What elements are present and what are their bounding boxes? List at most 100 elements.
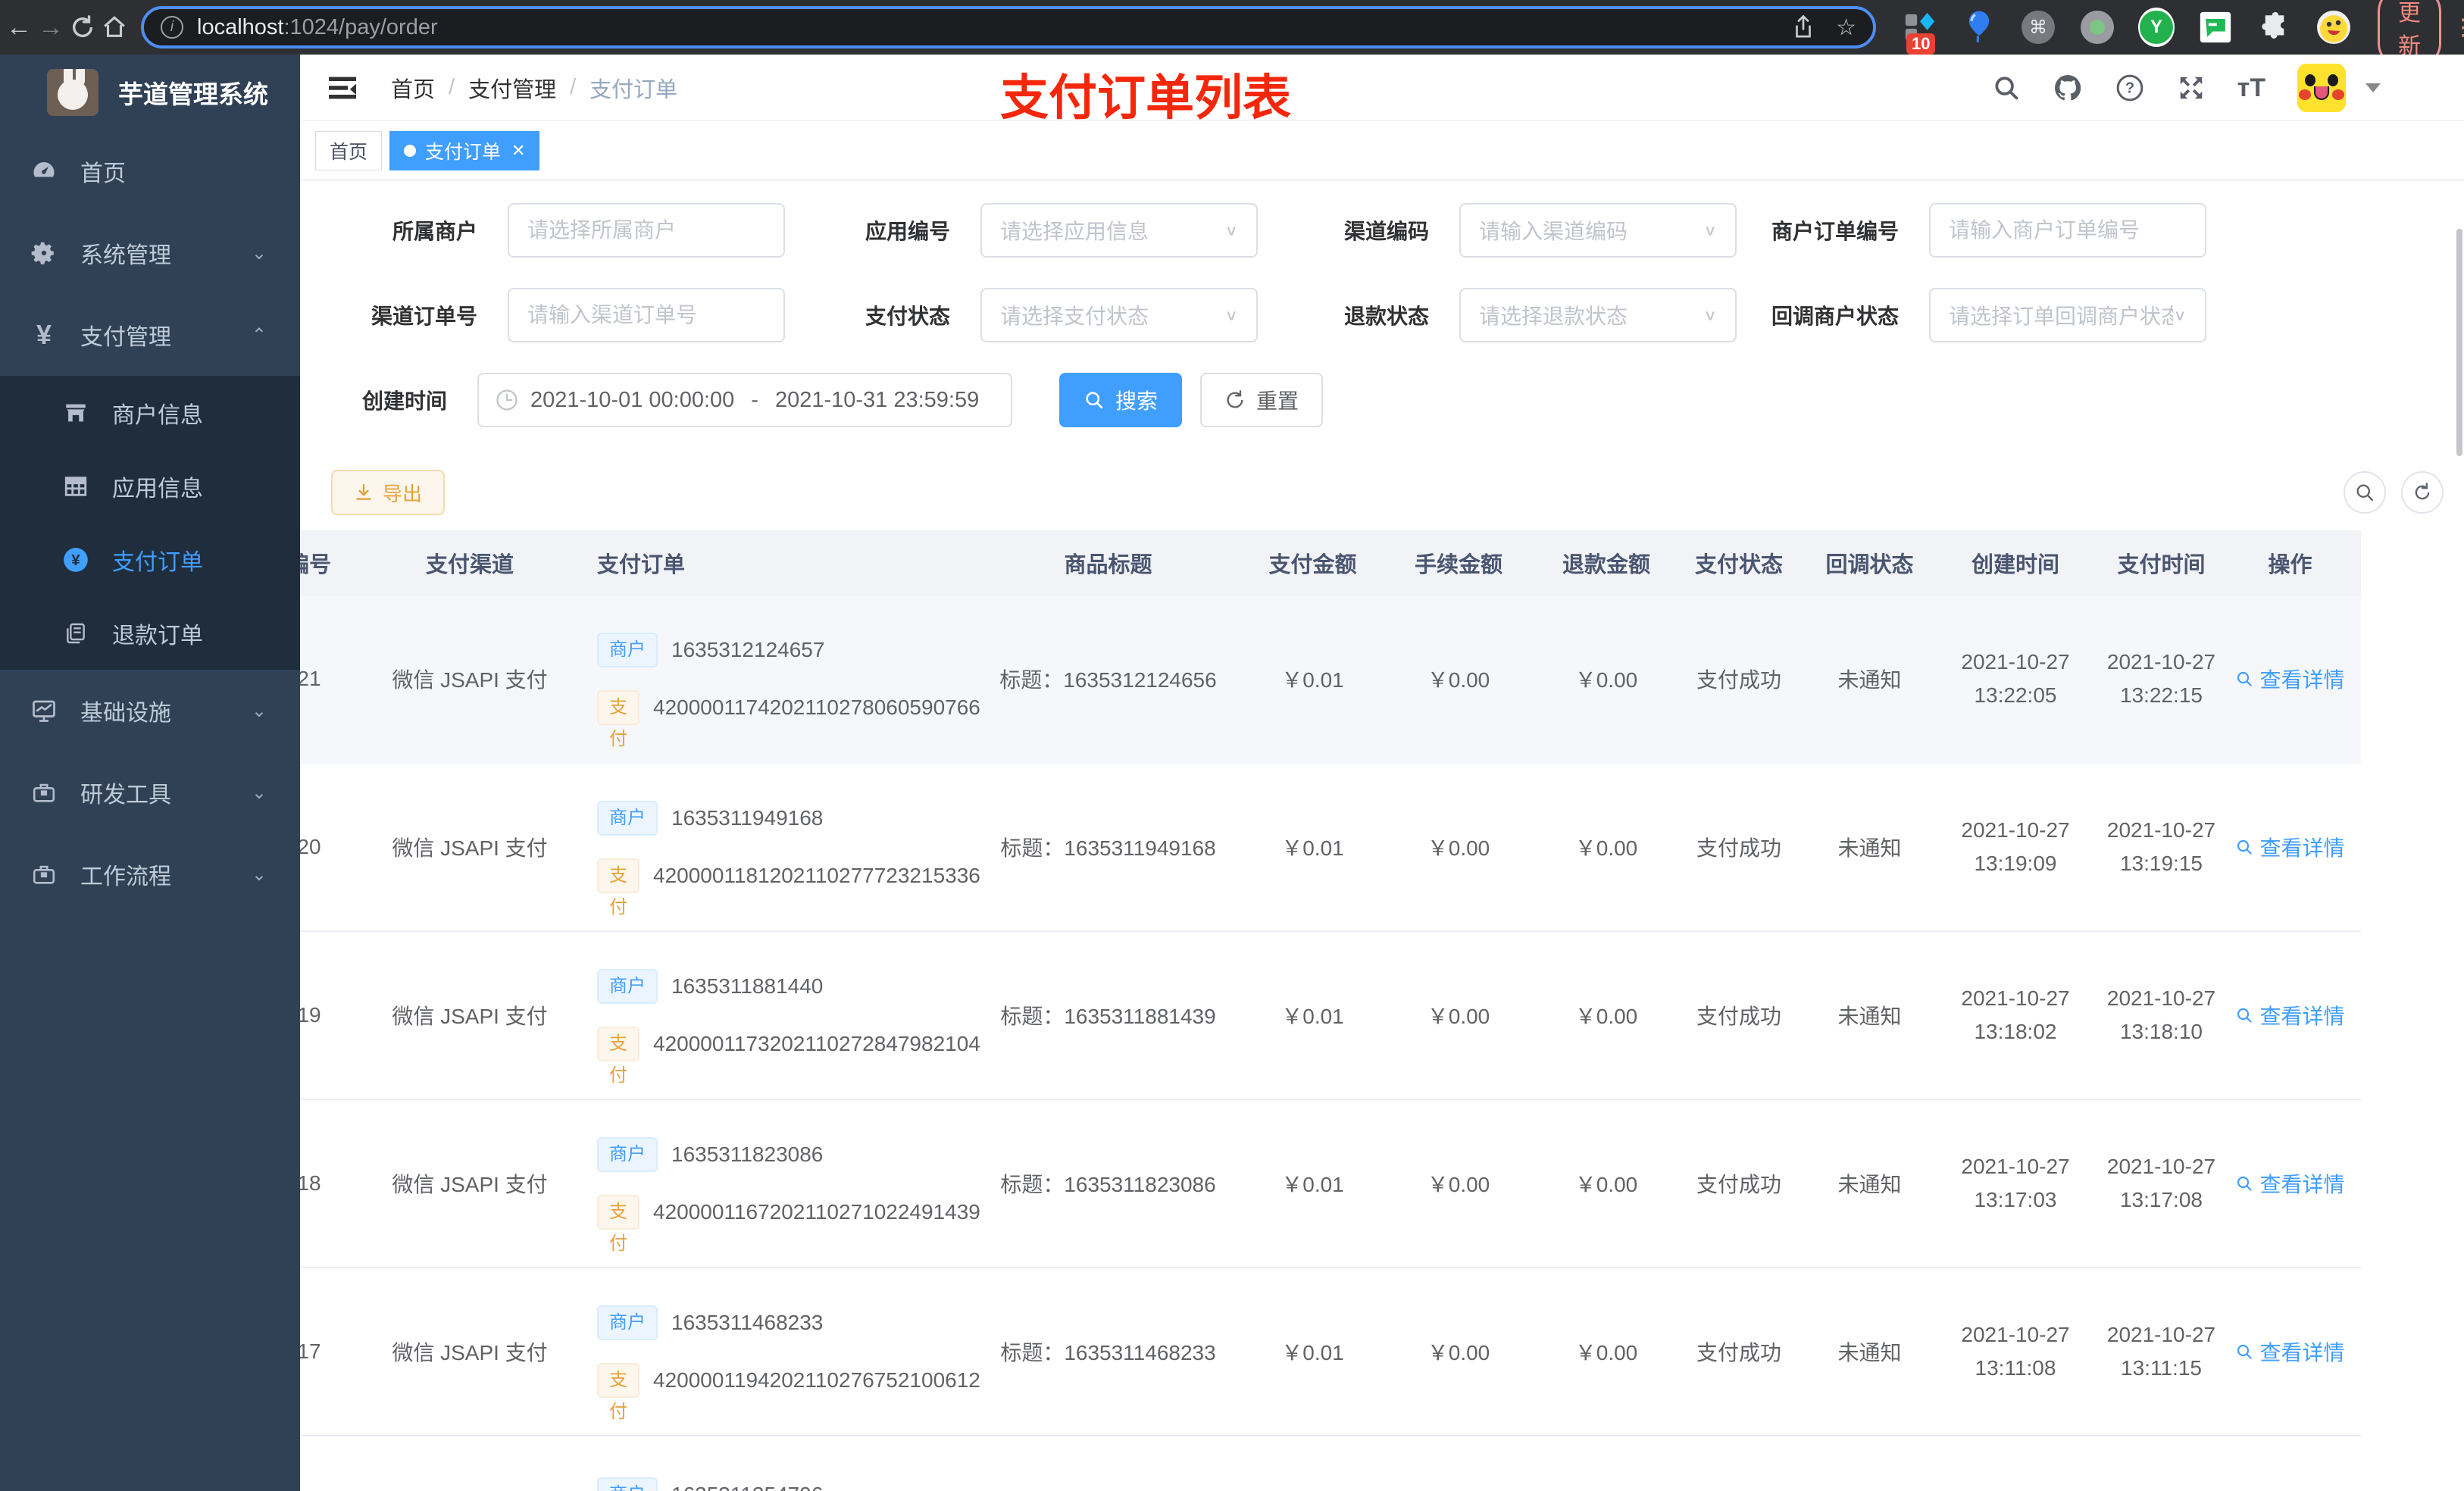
order-id: 20 bbox=[300, 835, 321, 858]
actions-cell: 查看详情 bbox=[2220, 1168, 2360, 1199]
notify-status-select[interactable]: 请选择订单回调商户状态 ∨ bbox=[1929, 288, 2206, 342]
view-detail-link[interactable]: 查看详情 bbox=[2235, 1336, 2345, 1367]
font-size-icon[interactable]: ᴛT bbox=[2237, 73, 2265, 103]
refresh-table-button[interactable] bbox=[2401, 471, 2444, 514]
pay-amount: ￥0.01 bbox=[1281, 836, 1344, 860]
extension-tab-manager-icon[interactable]: 10 bbox=[1902, 9, 1938, 55]
sidebar-item-pay-order[interactable]: ¥ 支付订单 bbox=[0, 523, 300, 596]
table-row-partial: 商户 1635311354796 bbox=[300, 1436, 2361, 1491]
help-icon[interactable]: ? bbox=[2115, 73, 2145, 103]
user-avatar[interactable] bbox=[2297, 64, 2346, 112]
view-detail-link[interactable]: 查看详情 bbox=[2235, 1168, 2345, 1199]
pay-status-select[interactable]: 请选择支付状态 ∨ bbox=[980, 288, 1258, 342]
sidebar-item-label: 首页 bbox=[80, 161, 126, 186]
vertical-scrollbar[interactable] bbox=[2456, 229, 2462, 456]
pay-channel: 微信 JSAPI 支付 bbox=[392, 668, 548, 692]
bookmark-star-icon[interactable]: ☆ bbox=[1836, 14, 1856, 41]
merchant-input-field[interactable] bbox=[527, 218, 765, 242]
sidebar-item-workflow[interactable]: 工作流程 ⌄ bbox=[0, 833, 300, 915]
fee-amount: ￥0.00 bbox=[1427, 668, 1490, 692]
extension-command-icon[interactable]: ⌘ bbox=[2020, 9, 2056, 45]
merchant-input[interactable] bbox=[508, 203, 785, 258]
chevron-down-icon: ∨ bbox=[1703, 307, 1717, 324]
sidebar-item-payment[interactable]: ¥ 支付管理 ⌃ bbox=[0, 294, 300, 376]
search-icon[interactable] bbox=[1992, 73, 2021, 102]
fullscreen-icon[interactable] bbox=[2177, 73, 2206, 102]
fee-amount: ￥0.00 bbox=[1427, 1005, 1490, 1028]
extension-status-dot-icon[interactable] bbox=[2079, 9, 2115, 45]
search-icon bbox=[2235, 838, 2253, 856]
channel-order-no-field[interactable] bbox=[527, 303, 765, 327]
extension-chat-icon[interactable] bbox=[2197, 9, 2234, 45]
sidebar-item-system[interactable]: 系统管理 ⌄ bbox=[0, 212, 300, 294]
fee-amount: ￥0.00 bbox=[1427, 1341, 1490, 1364]
create-time-range-picker[interactable]: 2021-10-01 00:00:00 - 2021-10-31 23:59:5… bbox=[477, 373, 1012, 427]
sidebar-item-app-info[interactable]: 应用信息 bbox=[0, 449, 300, 523]
share-icon[interactable] bbox=[1792, 14, 1815, 40]
pay-order-cell: 商户 1635311823086 支付 42000011672021102710… bbox=[583, 1137, 980, 1254]
show-search-toggle-button[interactable] bbox=[2344, 471, 2386, 514]
sidebar-item-dev-tools[interactable]: 研发工具 ⌄ bbox=[0, 752, 300, 833]
pay-amount: ￥0.01 bbox=[1281, 668, 1344, 692]
merchant-order-no-input[interactable] bbox=[1929, 203, 2206, 258]
close-icon[interactable]: ✕ bbox=[511, 141, 525, 161]
col-pay-time: 支付时间 bbox=[2117, 553, 2206, 577]
merchant-order-no-field[interactable] bbox=[1949, 218, 2187, 242]
address-bar[interactable]: i localhost:1024/pay/order ☆ bbox=[141, 6, 1876, 48]
sidebar-item-home[interactable]: 首页 bbox=[0, 130, 300, 212]
sidebar-collapse-icon[interactable] bbox=[326, 74, 359, 102]
browser-forward-button[interactable]: → bbox=[38, 6, 64, 48]
search-icon bbox=[2235, 1343, 2253, 1361]
view-detail-link[interactable]: 查看详情 bbox=[2235, 1000, 2345, 1030]
avatar-caret-icon[interactable] bbox=[2366, 83, 2381, 92]
pay-status: 支付成功 bbox=[1696, 1173, 1781, 1196]
breadcrumb-section[interactable]: 支付管理 bbox=[468, 72, 556, 104]
browser-reload-button[interactable] bbox=[70, 6, 95, 48]
col-pay-status: 支付状态 bbox=[1694, 553, 1783, 577]
tab-home[interactable]: 首页 bbox=[315, 130, 383, 170]
refund-amount: ￥0.00 bbox=[1574, 668, 1638, 692]
filter-label: 创建时间 bbox=[361, 389, 447, 413]
merchant-order-no: 1635311468233 bbox=[671, 1311, 824, 1334]
yen-circle-icon: ¥ bbox=[61, 545, 91, 574]
view-detail-link[interactable]: 查看详情 bbox=[2235, 664, 2345, 694]
browser-home-button[interactable] bbox=[102, 6, 127, 48]
col-refund-amount: 退款金额 bbox=[1562, 553, 1650, 577]
refund-status-select[interactable]: 请选择退款状态 ∨ bbox=[1459, 288, 1737, 342]
pay-time: 2021-10-27 13:17:08 bbox=[2106, 1155, 2216, 1211]
app-select[interactable]: 请选择应用信息 ∨ bbox=[980, 203, 1258, 258]
sidebar-item-merchant-info[interactable]: 商户信息 bbox=[0, 376, 300, 449]
filter-label: 退款状态 bbox=[1343, 305, 1429, 328]
extension-y-icon[interactable]: Y bbox=[2138, 8, 2175, 47]
sidebar-item-infrastructure[interactable]: 基础设施 ⌄ bbox=[0, 670, 300, 752]
reset-button[interactable]: 重置 bbox=[1200, 373, 1324, 427]
view-detail-link[interactable]: 查看详情 bbox=[2235, 832, 2345, 862]
chevron-down-icon: ⌄ bbox=[251, 864, 267, 885]
col-create-time: 创建时间 bbox=[1971, 553, 2059, 577]
search-button[interactable]: 搜索 bbox=[1059, 373, 1183, 427]
order-id: 18 bbox=[300, 1171, 321, 1195]
extensions-puzzle-icon[interactable] bbox=[2256, 9, 2293, 45]
sidebar-item-refund-order[interactable]: 退款订单 bbox=[0, 596, 300, 670]
clock-icon bbox=[496, 389, 518, 411]
refund-amount: ￥0.00 bbox=[1574, 1005, 1638, 1028]
range-start: 2021-10-01 00:00:00 bbox=[530, 387, 735, 412]
yen-icon: ¥ bbox=[36, 319, 52, 350]
pay-amount: ￥0.01 bbox=[1281, 1173, 1344, 1196]
product-title: 标题：1635311468233 bbox=[1000, 1341, 1216, 1364]
extension-balloon-icon[interactable] bbox=[1961, 9, 1997, 45]
merchant-tag: 商户 bbox=[597, 633, 658, 667]
tab-pay-order[interactable]: 支付订单 ✕ bbox=[389, 130, 540, 170]
breadcrumb-home[interactable]: 首页 bbox=[391, 72, 435, 104]
channel-code-select[interactable]: 请输入渠道编码 ∨ bbox=[1459, 203, 1737, 258]
browser-menu-icon[interactable]: ⋮ bbox=[2452, 14, 2464, 41]
export-button[interactable]: 导出 bbox=[331, 470, 446, 515]
search-icon bbox=[1083, 389, 1105, 411]
filter-label: 渠道编码 bbox=[1343, 220, 1429, 243]
document-icon bbox=[61, 621, 91, 645]
channel-order-no-input[interactable] bbox=[508, 288, 785, 342]
browser-back-button[interactable]: ← bbox=[6, 6, 32, 48]
profile-emoji-icon[interactable] bbox=[2315, 9, 2352, 45]
page-info-icon[interactable]: i bbox=[161, 16, 183, 39]
github-icon[interactable] bbox=[2053, 73, 2083, 103]
